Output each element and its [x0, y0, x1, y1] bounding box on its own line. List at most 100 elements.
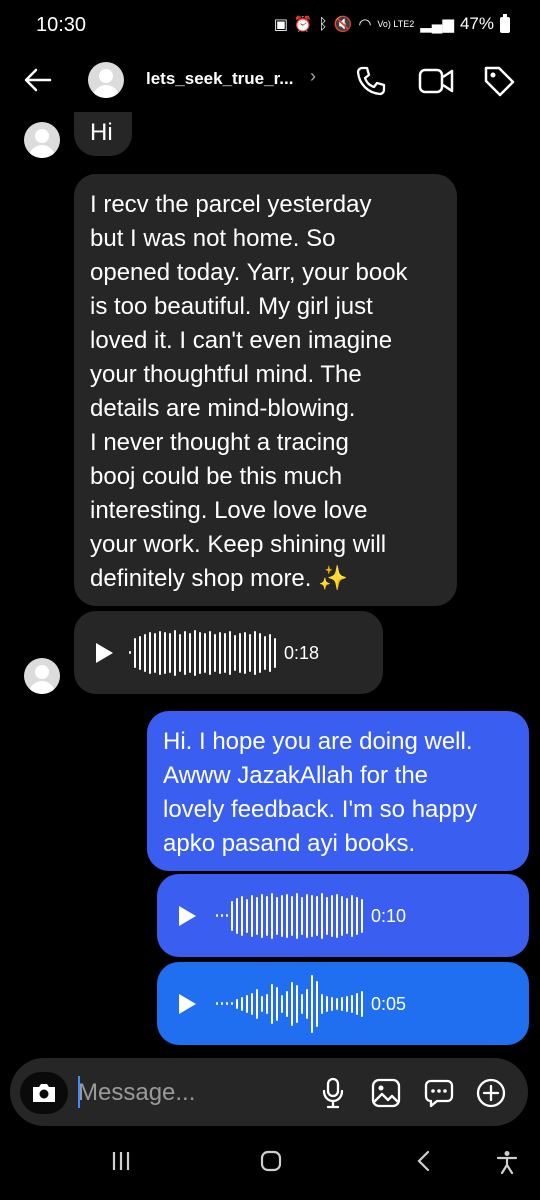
- waveform-bar: [331, 996, 333, 1011]
- camera-button[interactable]: [20, 1072, 68, 1114]
- voice-record-button[interactable]: [320, 1077, 346, 1114]
- back-nav-button[interactable]: [414, 1150, 434, 1177]
- video-icon: [418, 68, 454, 94]
- waveform-bar: [286, 893, 288, 938]
- waveform-bar: [259, 632, 261, 673]
- tag-button[interactable]: [482, 64, 516, 103]
- voice-message-outgoing[interactable]: 0:05: [157, 962, 529, 1045]
- add-icon: [476, 1078, 506, 1108]
- waveform-bar: [291, 981, 293, 1026]
- back-button[interactable]: [22, 64, 54, 101]
- message-bubble-incoming[interactable]: Hi: [74, 112, 132, 156]
- message-text: Hi: [90, 119, 113, 146]
- phone-icon: [356, 66, 386, 96]
- waveform-bar: [254, 630, 256, 675]
- text-caret: [78, 1076, 80, 1108]
- mute-icon: 🔇: [333, 16, 353, 33]
- contact-avatar-small[interactable]: [24, 658, 60, 694]
- waveform-bar: [276, 986, 278, 1021]
- waveform-bar: [306, 988, 308, 1019]
- waveform-bar: [316, 895, 318, 936]
- waveform-bar: [179, 633, 181, 672]
- call-button[interactable]: [354, 64, 388, 103]
- tag-icon: [484, 66, 515, 97]
- waveform: [129, 629, 276, 676]
- waveform-bar: [271, 983, 273, 1024]
- add-button[interactable]: [475, 1077, 507, 1114]
- waveform-bar: [301, 993, 303, 1014]
- waveform-bar: [244, 631, 246, 674]
- waveform-bar: [281, 994, 283, 1013]
- voice-message-incoming[interactable]: 0:18: [74, 611, 383, 694]
- waveform-bar: [316, 980, 318, 1027]
- waveform-bar: [266, 895, 268, 936]
- waveform-bar: [336, 997, 338, 1010]
- waveform-bar: [346, 897, 348, 934]
- home-button[interactable]: [260, 1150, 282, 1177]
- gallery-icon: [371, 1078, 401, 1108]
- waveform-bar: [269, 633, 271, 672]
- waveform-bar: [261, 893, 263, 938]
- waveform-bar: [236, 897, 238, 934]
- waveform-bar: [214, 633, 216, 672]
- waveform-bar: [251, 894, 253, 937]
- status-icons: ▣ ⏰ ᛒ 🔇 ◠ Vo) LTE2 ▂▄▆ 47%: [274, 14, 510, 34]
- waveform-bar: [216, 1002, 218, 1005]
- back-arrow-icon: [24, 68, 52, 92]
- play-icon[interactable]: [179, 993, 196, 1014]
- waveform-bar: [134, 637, 136, 668]
- battery-percent: 47%: [459, 14, 494, 33]
- waveform-bar: [286, 990, 288, 1017]
- waveform-bar: [356, 896, 358, 935]
- waveform-bar: [301, 896, 303, 935]
- waveform-bar: [169, 632, 171, 673]
- sticker-button[interactable]: [423, 1078, 455, 1113]
- waveform-bar: [306, 893, 308, 938]
- waveform-bar: [164, 631, 166, 674]
- message-text: I recv the parcel yesterday but I was no…: [90, 191, 408, 592]
- waveform-bar: [336, 893, 338, 938]
- voice-message-outgoing[interactable]: 0:10: [157, 874, 529, 957]
- recent-apps-button[interactable]: [110, 1150, 132, 1177]
- voice-duration: 0:18: [284, 642, 320, 663]
- waveform-bar: [226, 914, 228, 917]
- accessibility-button[interactable]: [496, 1150, 518, 1179]
- message-input[interactable]: [78, 1072, 298, 1114]
- waveform-bar: [249, 633, 251, 672]
- waveform: [216, 892, 363, 939]
- alarm-icon: ⏰: [293, 16, 313, 33]
- contact-name[interactable]: lets_seek_true_r...: [146, 69, 293, 89]
- waveform-bar: [296, 984, 298, 1023]
- waveform-bar: [291, 895, 293, 936]
- waveform-bar: [311, 894, 313, 937]
- contact-avatar[interactable]: [88, 62, 124, 98]
- waveform-bar: [236, 998, 238, 1009]
- message-bubble-outgoing[interactable]: Hi. I hope you are doing well. Awww Jaza…: [147, 711, 529, 871]
- signal-icon: ▂▄▆: [420, 16, 454, 33]
- waveform-bar: [256, 988, 258, 1019]
- contact-avatar-small[interactable]: [24, 122, 60, 158]
- gallery-button[interactable]: [371, 1078, 401, 1113]
- accessibility-icon: [496, 1151, 518, 1175]
- video-call-button[interactable]: [418, 66, 454, 101]
- waveform-bar: [231, 1002, 233, 1005]
- waveform-bar: [229, 630, 231, 675]
- screenshot-icon: ▣: [273, 16, 288, 33]
- waveform-bar: [361, 898, 363, 933]
- waveform-bar: [154, 632, 156, 673]
- mic-icon: [322, 1077, 344, 1109]
- waveform-bar: [221, 1002, 223, 1005]
- waveform-bar: [271, 892, 273, 939]
- waveform-bar: [234, 634, 236, 671]
- waveform-bar: [341, 996, 343, 1011]
- waveform-bar: [159, 630, 161, 675]
- waveform: [216, 974, 363, 1033]
- waveform-bar: [174, 629, 176, 676]
- waveform-bar: [139, 635, 141, 670]
- waveform-bar: [189, 632, 191, 673]
- play-icon[interactable]: [179, 905, 196, 926]
- waveform-bar: [261, 995, 263, 1012]
- message-bubble-incoming[interactable]: I recv the parcel yesterday but I was no…: [74, 174, 457, 606]
- play-icon[interactable]: [96, 642, 113, 663]
- chevron-right-icon[interactable]: ›: [310, 66, 316, 87]
